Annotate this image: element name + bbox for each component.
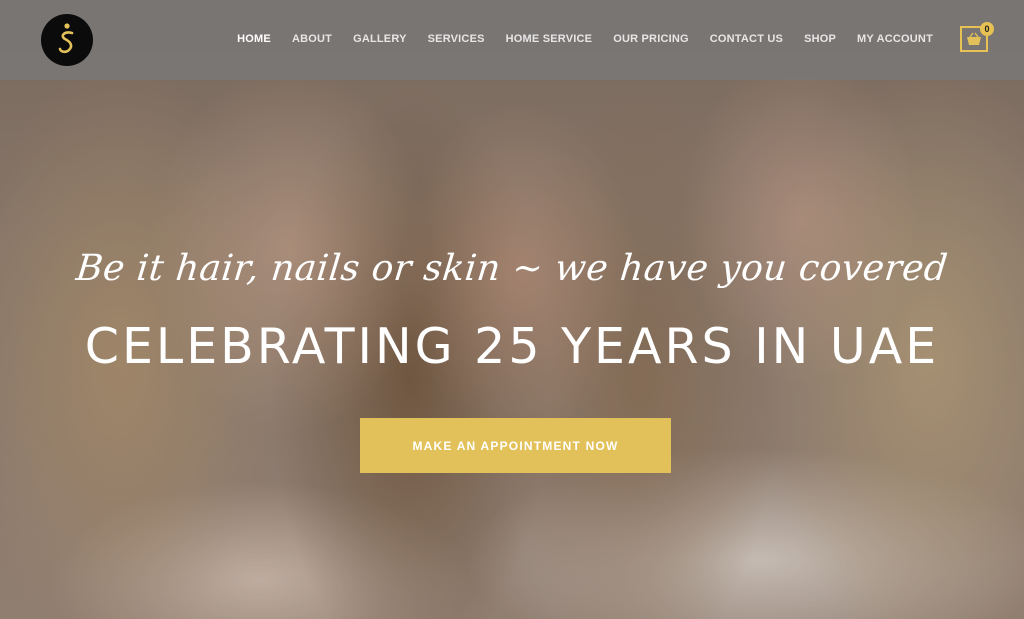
site-logo[interactable] xyxy=(41,14,93,66)
nav-services[interactable]: SERVICES xyxy=(428,33,485,45)
salon-logo-icon xyxy=(58,23,74,54)
shopping-basket-icon xyxy=(967,32,981,45)
nav-my-account[interactable]: MY ACCOUNT xyxy=(857,33,933,45)
hero-tagline: Be it hair, nails or skin ~ we have you … xyxy=(74,248,950,289)
nav-contact-us[interactable]: CONTACT US xyxy=(710,33,783,45)
site-header: HOME ABOUT GALLERY SERVICES HOME SERVICE… xyxy=(0,0,1024,80)
hero-section: HOME ABOUT GALLERY SERVICES HOME SERVICE… xyxy=(0,0,1024,619)
make-appointment-button[interactable]: MAKE AN APPOINTMENT NOW xyxy=(360,418,671,473)
main-navigation: HOME ABOUT GALLERY SERVICES HOME SERVICE… xyxy=(216,33,933,45)
nav-shop[interactable]: SHOP xyxy=(804,33,836,45)
nav-gallery[interactable]: GALLERY xyxy=(353,33,407,45)
nav-our-pricing[interactable]: OUR PRICING xyxy=(613,33,689,45)
hero-image-overlay xyxy=(0,0,1024,619)
nav-about[interactable]: ABOUT xyxy=(292,33,332,45)
nav-home[interactable]: HOME xyxy=(237,33,271,45)
cart-button[interactable]: 0 xyxy=(960,22,994,52)
hero-headline: CELEBRATING 25 YEARS IN UAE xyxy=(84,318,940,375)
cart-count-badge: 0 xyxy=(980,22,994,36)
nav-home-service[interactable]: HOME SERVICE xyxy=(506,33,593,45)
